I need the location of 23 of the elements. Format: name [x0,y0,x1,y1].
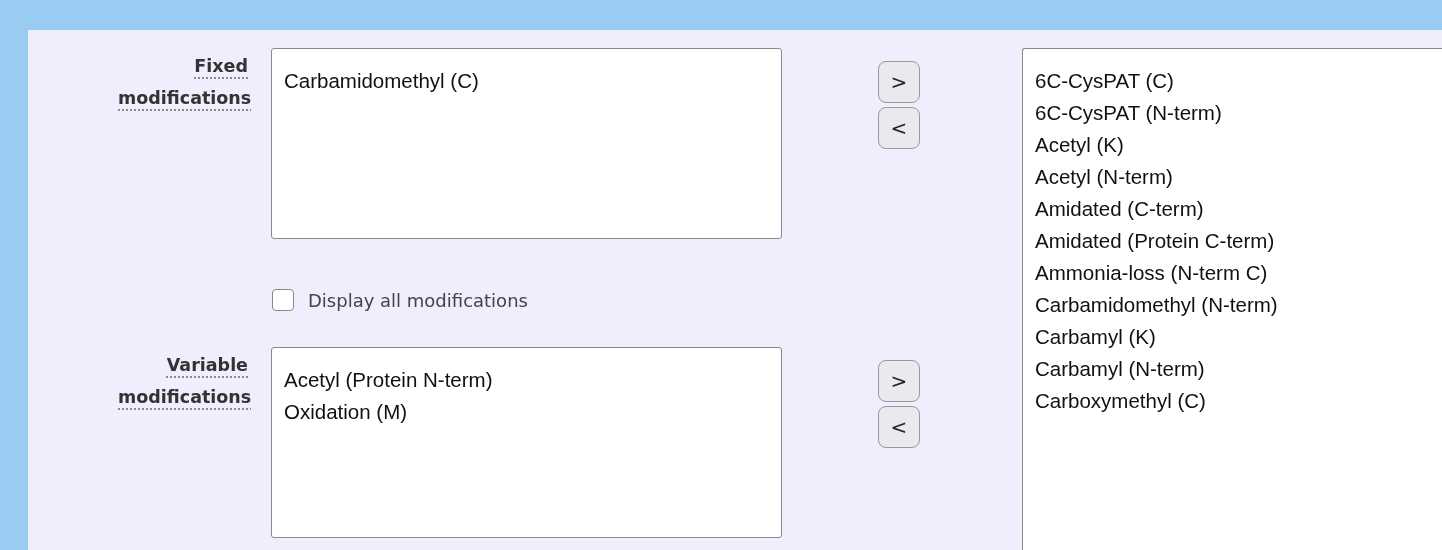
list-option[interactable]: Acetyl (N-term) [1023,161,1442,193]
remove-button[interactable]: < [878,107,920,149]
list-option[interactable]: 6C-CysPAT (C) [1023,65,1442,97]
selected-list[interactable]: Acetyl (Protein N-term) Oxidation (M) [271,347,782,538]
list-option[interactable]: Amidated (C-term) [1023,193,1442,225]
remove-button[interactable]: < [878,406,920,448]
list-option[interactable]: Acetyl (K) [1023,129,1442,161]
list-option[interactable]: Carbamyl (N-term) [1023,353,1442,385]
list-option[interactable]: Acetyl (Protein N-term) [272,364,781,396]
list-option[interactable]: Amidated (Protein C-term) [1023,225,1442,257]
add-button[interactable]: > [878,360,920,402]
add-button[interactable]: > [878,61,920,103]
list-option[interactable]: Carbamidomethyl (C) [272,65,781,97]
list-option[interactable]: Carbamyl (K) [1023,321,1442,353]
field-label: Fixed modifications [118,56,252,108]
list-option[interactable]: Carboxymethyl (C) [1023,385,1442,417]
list-option[interactable]: Carbamidomethyl (N-term) [1023,289,1442,321]
selected-list[interactable]: Carbamidomethyl (C) [271,48,782,239]
list-option[interactable]: 6C-CysPAT (N-term) [1023,97,1442,129]
checkbox-label[interactable]: Display all modifications [308,289,528,311]
list-option[interactable]: Oxidation (M) [272,396,781,428]
field-label: Variable modifications [118,355,252,407]
list-option[interactable]: Ammonia-loss (N-term C) [1023,257,1442,289]
